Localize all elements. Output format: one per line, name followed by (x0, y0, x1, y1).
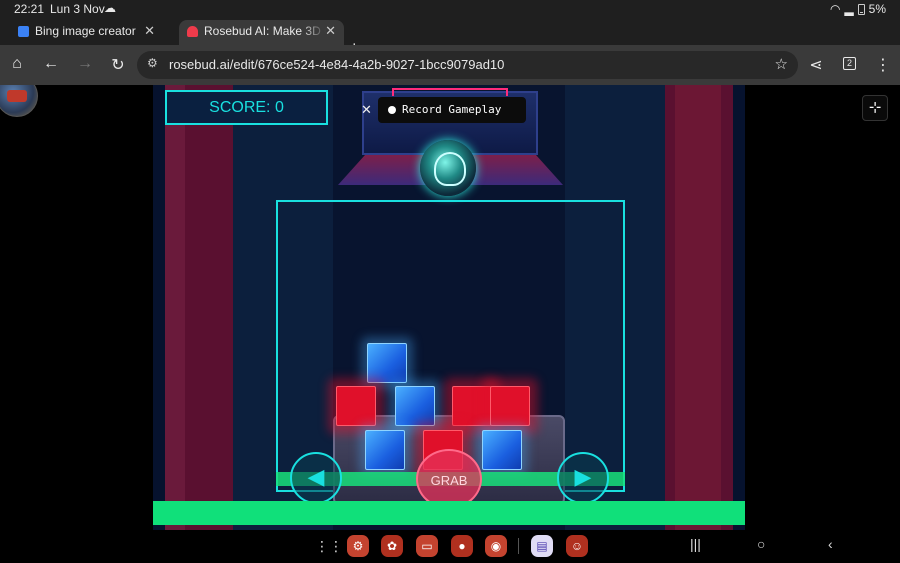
blue-cube (367, 343, 407, 383)
close-tab-icon[interactable]: ✕ (144, 23, 155, 39)
share-icon[interactable]: ⋖ (806, 55, 826, 75)
grab-button[interactable]: GRAB (416, 449, 482, 509)
url-text[interactable]: rosebud.ai/edit/676ce524-4e84-4a2b-9027-… (169, 57, 504, 72)
status-bar: 22:21 Lun 3 Nov ☁ ◠ ▂ 5% (0, 0, 900, 18)
signal-icon: ▂ (844, 2, 854, 16)
fullscreen-exit-icon[interactable]: ⊹ (862, 95, 888, 121)
browser-app-icon[interactable]: ▤ (531, 535, 553, 557)
game-canvas[interactable]: SCORE: 0 ✕ Record Gameplay ◀ ▶ GRAB (153, 85, 745, 530)
record-label: Record Gameplay (402, 103, 502, 116)
more-vert-icon[interactable]: ⋮ (873, 55, 893, 75)
browser-toolbar: ⌂ ← → ↻ ⚙ rosebud.ai/edit/676ce524-4e84-… (0, 45, 900, 85)
back-arrow-icon[interactable]: ← (41, 55, 61, 73)
status-icons: ◠ ▂ 5% (830, 2, 886, 16)
move-left-button[interactable]: ◀ (290, 452, 342, 504)
app-drawer-icon[interactable]: ⋮⋮ (315, 535, 343, 557)
close-icon[interactable]: ✕ (361, 102, 372, 118)
home-nav-icon[interactable]: ○ (757, 536, 765, 552)
wifi-icon: ◠ (829, 2, 841, 16)
tab-label: Rosebud AI: Make 3D Ga (204, 24, 326, 38)
address-bar[interactable]: ⚙ rosebud.ai/edit/676ce524-4e84-4a2b-902… (137, 51, 798, 79)
record-dot-icon (388, 106, 396, 114)
tab-switcher-button[interactable]: 2 (843, 57, 856, 70)
camera-app-icon[interactable]: ◉ (485, 535, 507, 557)
flower-app-icon[interactable]: ✿ (381, 535, 403, 557)
tab-label: Bing image creator (35, 24, 136, 38)
score-display: SCORE: 0 (165, 90, 328, 125)
claw-trim (392, 88, 508, 96)
rosebud-favicon-icon (187, 26, 198, 37)
chat-app-icon[interactable]: ● (451, 535, 473, 557)
home-icon[interactable]: ⌂ (7, 55, 27, 73)
bookmark-star-icon[interactable]: ☆ (775, 55, 788, 73)
blue-cube (365, 430, 405, 470)
left-pillar (165, 85, 233, 530)
close-tab-icon[interactable]: ✕ (325, 23, 336, 39)
dock-divider (518, 538, 519, 554)
avatar[interactable] (0, 85, 38, 117)
blue-cube (482, 430, 522, 470)
tab-bing-image-creator[interactable]: Bing image creator ✕ (0, 20, 175, 45)
battery-level: 5% (868, 2, 886, 16)
claw-grabber (420, 140, 476, 196)
recents-nav-icon[interactable]: ||| (690, 536, 701, 552)
android-taskbar: ⋮⋮ ⚙ ✿ ▭ ● ◉ ▤ ☺ ||| ○ ‹ (0, 530, 900, 563)
bing-favicon-icon (18, 26, 29, 37)
red-cube (490, 386, 530, 426)
forward-arrow-icon[interactable]: → (75, 55, 95, 73)
back-nav-icon[interactable]: ‹ (828, 536, 833, 552)
move-right-button[interactable]: ▶ (557, 452, 609, 504)
settings-app-icon[interactable]: ⚙ (347, 535, 369, 557)
record-gameplay-button[interactable]: ✕ Record Gameplay (361, 97, 526, 123)
folder-app-icon[interactable]: ▭ (416, 535, 438, 557)
red-cube (452, 386, 492, 426)
battery-icon (857, 3, 865, 15)
site-info-icon[interactable]: ⚙ (147, 56, 158, 70)
reload-icon[interactable]: ↻ (108, 55, 128, 75)
clock: 22:21 (14, 2, 45, 16)
date: Lun 3 Nov (50, 2, 105, 16)
red-cube (336, 386, 376, 426)
discord-app-icon[interactable]: ☺ (566, 535, 588, 557)
tab-strip: Bing image creator ✕ Rosebud AI: Make 3D… (0, 18, 900, 58)
page-content: SCORE: 0 ✕ Record Gameplay ◀ ▶ GRAB ⊹ (0, 85, 900, 530)
floor-bar (153, 501, 745, 525)
cloud-icon: ☁ (104, 1, 116, 15)
blue-cube (395, 386, 435, 426)
right-pillar (665, 85, 733, 530)
tab-rosebud-ai[interactable]: Rosebud AI: Make 3D Ga ✕ (179, 20, 344, 45)
